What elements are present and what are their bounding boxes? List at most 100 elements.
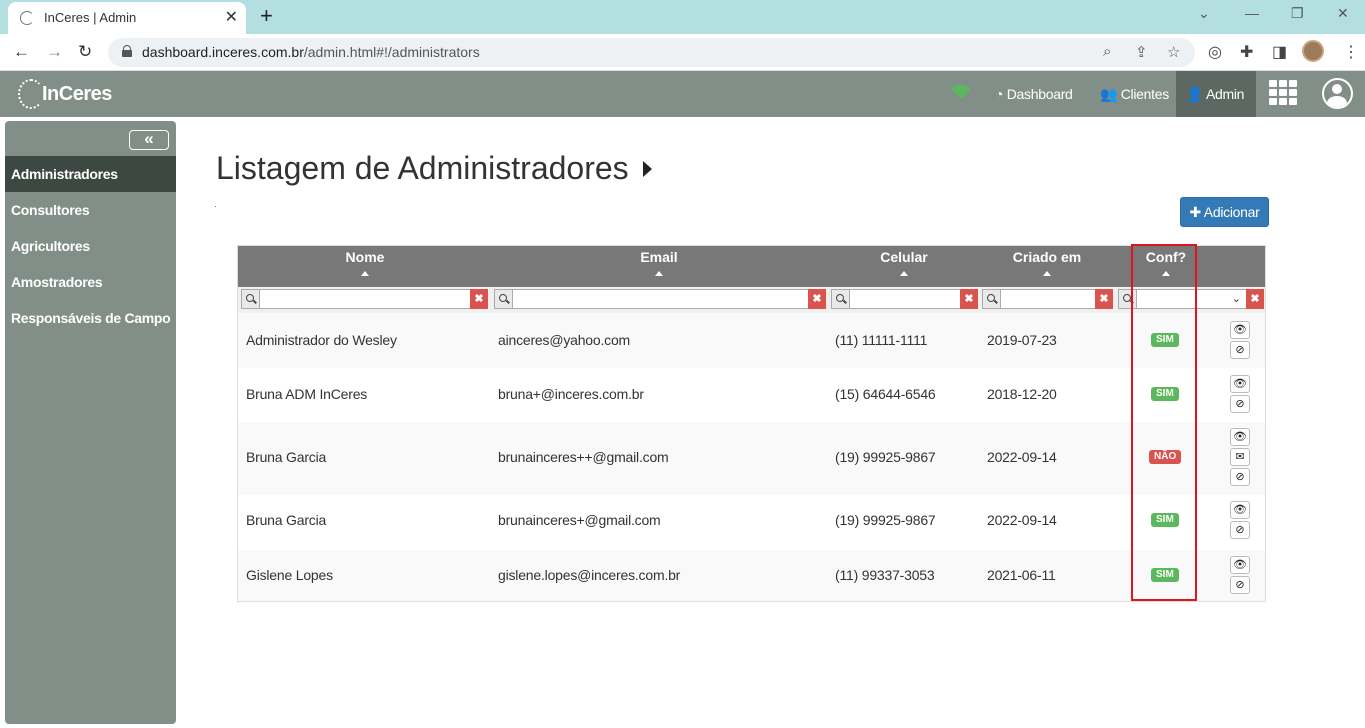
new-tab-icon[interactable]: + [260, 3, 273, 29]
clear-filter-icon[interactable]: ✖ [470, 289, 488, 309]
tab-title: InCeres | Admin [44, 10, 137, 25]
nav-admin[interactable]: 👤 Admin [1176, 71, 1256, 117]
apps-grid-icon[interactable] [1269, 80, 1298, 106]
administrators-table: Nome Email Celular Criado em Conf? ✖ ✖ ✖… [237, 245, 1266, 602]
lock-icon [122, 45, 132, 57]
minimize-icon[interactable]: — [1245, 5, 1259, 21]
view-icon[interactable]: 👁 [1230, 556, 1250, 574]
view-icon[interactable]: 👁 [1230, 501, 1250, 519]
filter-nome-input[interactable]: ✖ [241, 289, 488, 309]
cell-nome: Gislene Lopes [246, 567, 333, 583]
clear-filter-icon[interactable]: ✖ [1246, 289, 1264, 309]
view-icon[interactable]: 👁 [1230, 428, 1250, 446]
cell-nome: Bruna Garcia [246, 449, 327, 465]
sort-icon[interactable] [361, 271, 369, 276]
caret-right-icon[interactable] [643, 161, 652, 177]
users-icon: 👥 [1100, 86, 1118, 102]
filter-row: ✖ ✖ ✖ ✖ ⌄ ✖ [238, 287, 1265, 313]
puzzle-icon[interactable]: ✚ [1240, 42, 1253, 62]
filter-email-input[interactable]: ✖ [494, 289, 826, 309]
logo-icon [18, 79, 44, 109]
side-panel-icon[interactable]: ◨ [1272, 42, 1287, 62]
check-circle-icon[interactable]: ⊘ [1230, 521, 1250, 539]
url-input[interactable]: dashboard.inceres.com.br/admin.html#!/ad… [108, 38, 1195, 67]
view-icon[interactable]: 👁 [1230, 321, 1250, 339]
filter-celular-input[interactable]: ✖ [831, 289, 978, 309]
filter-criado-input[interactable]: ✖ [982, 289, 1113, 309]
cell-celular: (15) 64644-6546 [835, 386, 936, 402]
profile-avatar[interactable] [1302, 40, 1324, 62]
cell-criado: 2019-07-23 [987, 332, 1057, 348]
close-window-icon[interactable]: ✕ [1337, 5, 1349, 22]
search-icon [832, 290, 850, 308]
cell-criado: 2022-09-14 [987, 449, 1057, 465]
forward-icon[interactable]: → [46, 42, 63, 62]
cell-email: brunainceres+@gmail.com [498, 512, 661, 528]
menu-icon[interactable]: ⋮ [1343, 42, 1359, 62]
sidebar-item-responsaveis[interactable]: Responsáveis de Campo [5, 300, 176, 336]
zoom-icon[interactable]: ⌕ [1103, 43, 1111, 60]
check-circle-icon[interactable]: ⊘ [1230, 395, 1250, 413]
table-row[interactable]: Bruna Garcia brunainceres+@gmail.com (19… [238, 495, 1265, 550]
cell-criado: 2021-06-11 [987, 567, 1056, 583]
table-row[interactable]: Bruna Garcia brunainceres++@gmail.com (1… [238, 422, 1265, 495]
check-circle-icon[interactable]: ⊘ [1230, 341, 1250, 359]
add-button[interactable]: ✚ Adicionar [1180, 197, 1269, 227]
nav-dashboard[interactable]: ◔ Dashboard [985, 71, 1083, 117]
cell-celular: (11) 99337-3053 [835, 567, 935, 583]
extension-icon[interactable]: ◎ [1208, 42, 1222, 62]
loading-icon [20, 11, 34, 25]
envelope-icon[interactable]: ✉ [1230, 448, 1250, 466]
chevron-down-icon: ⌄ [1231, 293, 1241, 305]
search-icon [242, 290, 260, 308]
check-circle-icon[interactable]: ⊘ [1230, 576, 1250, 594]
column-header-celular[interactable]: Celular [865, 249, 943, 276]
nav-clientes[interactable]: 👥 Clientes [1090, 71, 1179, 117]
sidebar-item-amostradores[interactable]: Amostradores [5, 264, 176, 300]
view-icon[interactable]: 👁 [1230, 375, 1250, 393]
bookmark-star-icon[interactable]: ☆ [1167, 43, 1180, 61]
cell-celular: (19) 99925-9867 [835, 449, 936, 465]
sort-icon[interactable] [900, 271, 908, 276]
sort-icon[interactable] [1043, 271, 1051, 276]
connection-icon [951, 85, 971, 99]
cell-email: gislene.lopes@inceres.com.br [498, 567, 681, 583]
column-header-criado[interactable]: Criado em [1007, 249, 1087, 276]
clear-filter-icon[interactable]: ✖ [808, 289, 826, 309]
clear-filter-icon[interactable]: ✖ [960, 289, 978, 309]
tab-search-icon[interactable]: ⌄ [1198, 5, 1210, 22]
reload-icon[interactable]: ↻ [78, 42, 92, 62]
cell-email: brunainceres++@gmail.com [498, 449, 669, 465]
back-icon[interactable]: ← [13, 42, 30, 62]
user-account-icon[interactable] [1322, 78, 1353, 109]
column-header-nome[interactable]: Nome [326, 249, 404, 276]
sidebar-item-agricultores[interactable]: Agricultores [5, 228, 176, 264]
address-bar: ← → ↻ dashboard.inceres.com.br/admin.htm… [0, 34, 1365, 71]
dashboard-icon: ◔ [995, 86, 1004, 102]
collapse-sidebar-button[interactable]: « [129, 130, 169, 150]
browser-tab[interactable]: InCeres | Admin ✕ [8, 2, 246, 34]
table-row[interactable]: Bruna ADM InCeres bruna+@inceres.com.br … [238, 368, 1265, 422]
table-row[interactable]: Administrador do Wesley ainceres@yahoo.c… [238, 313, 1265, 368]
restore-icon[interactable]: ❐ [1291, 5, 1304, 22]
check-circle-icon[interactable]: ⊘ [1230, 468, 1250, 486]
sidebar-item-administradores[interactable]: Administradores [5, 156, 176, 192]
browser-tab-bar: InCeres | Admin ✕ + ⌄ — ❐ ✕ [0, 0, 1365, 34]
sort-icon[interactable] [655, 271, 663, 276]
share-icon[interactable]: ⇪ [1135, 43, 1148, 61]
column-header-email[interactable]: Email [620, 249, 698, 276]
clear-filter-icon[interactable]: ✖ [1095, 289, 1113, 309]
cell-nome: Bruna Garcia [246, 512, 327, 528]
sidebar-item-consultores[interactable]: Consultores [5, 192, 176, 228]
cell-email: ainceres@yahoo.com [498, 332, 631, 348]
cell-email: bruna+@inceres.com.br [498, 386, 644, 402]
close-tab-icon[interactable]: ✕ [225, 7, 238, 27]
logo[interactable]: InCeres [42, 83, 112, 106]
url-text: dashboard.inceres.com.br/admin.html#!/ad… [142, 44, 480, 60]
cell-nome: Bruna ADM InCeres [246, 386, 368, 402]
search-icon [983, 290, 1001, 308]
cell-criado: 2022-09-14 [987, 512, 1057, 528]
page-title: Listagem de Administradores [216, 150, 629, 186]
search-icon [495, 290, 513, 308]
table-row[interactable]: Gislene Lopes gislene.lopes@inceres.com.… [238, 550, 1265, 601]
